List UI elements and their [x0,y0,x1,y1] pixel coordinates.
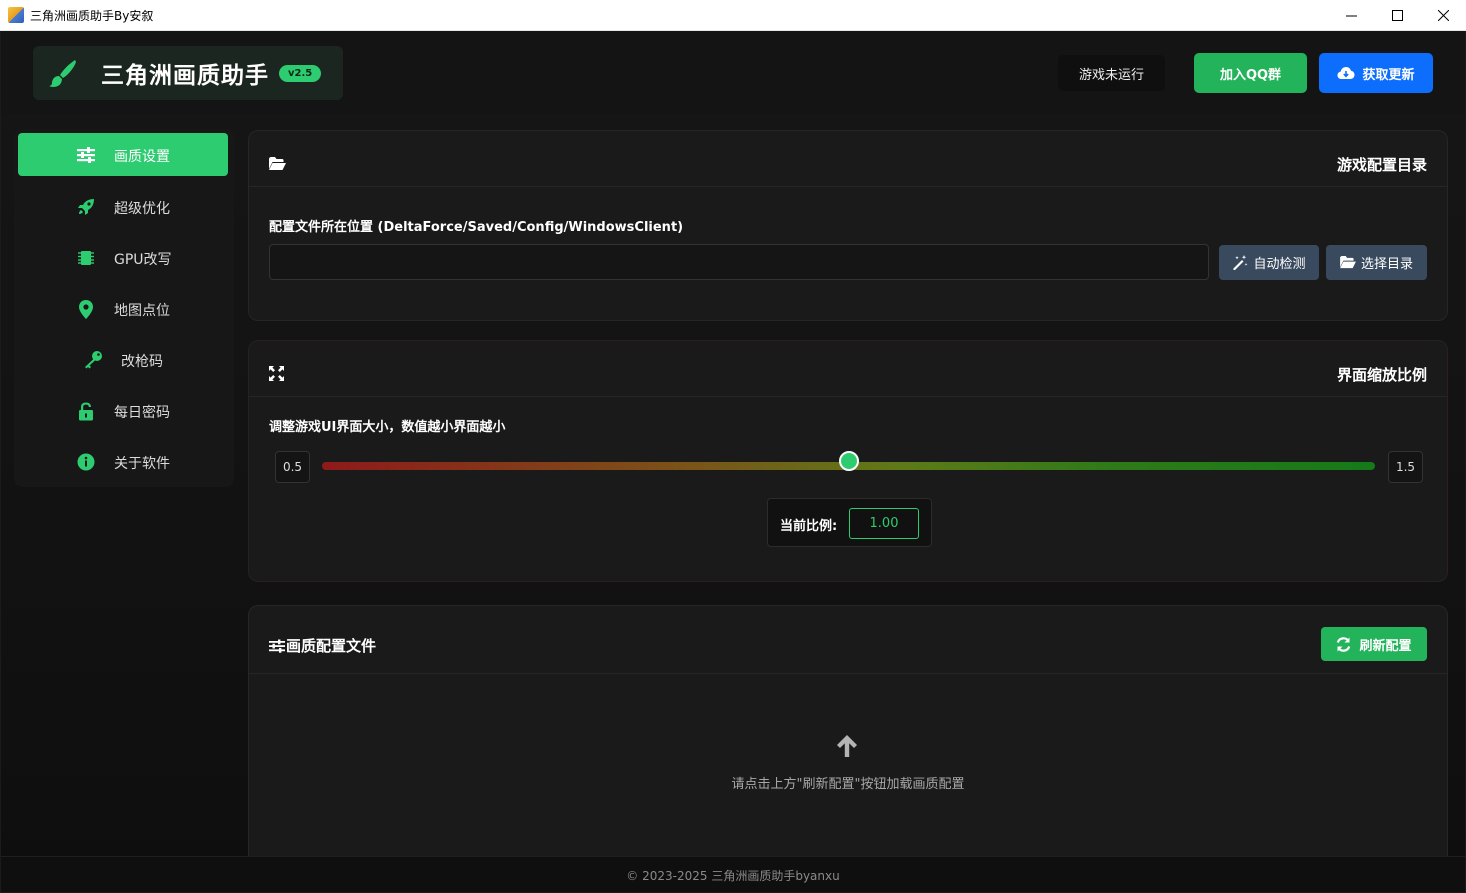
refresh-config-button[interactable]: 刷新配置 [1321,627,1427,661]
info-icon [76,452,96,472]
sidebar-item-label: 每日密码 [114,405,170,421]
get-update-button[interactable]: 获取更新 [1319,53,1433,93]
config-dir-panel: 游戏配置目录 配置文件所在位置 (DeltaForce/Saved/Config… [248,130,1448,321]
join-qq-button[interactable]: 加入QQ群 [1194,53,1307,93]
window-title: 三角洲画质助手By安叙 [30,8,154,23]
ui-scale-description: 调整游戏UI界面大小，数值越小界面越小 [269,420,506,435]
minimize-icon [1345,15,1357,17]
window-controls [1328,0,1466,31]
sidebar-item-quality-settings[interactable]: 画质设置 [18,133,228,176]
maximize-button[interactable] [1374,0,1420,31]
current-ratio-group: 当前比例: 1.00 [767,498,932,547]
panel-title: 界面缩放比例 [1336,366,1427,384]
magic-wand-icon [1233,255,1248,270]
scale-slider-thumb[interactable] [838,451,859,471]
sliders-icon [269,639,285,653]
copyright-icon: © [626,869,639,883]
sidebar-item-gun-code[interactable]: 改枪码 [18,338,228,381]
arrow-up-icon [835,733,859,759]
get-update-label: 获取更新 [1362,67,1415,83]
sidebar-item-label: 改枪码 [121,354,163,370]
choose-dir-button[interactable]: 选择目录 [1326,245,1427,280]
panel-header: 界面缩放比例 [249,341,1447,397]
rocket-icon [76,197,96,217]
map-pin-icon [76,299,96,319]
sidebar-item-map-points[interactable]: 地图点位 [18,287,228,330]
sidebar-item-about[interactable]: 关于软件 [18,440,228,483]
sliders-icon [76,145,96,165]
panel-header: 游戏配置目录 [249,131,1447,187]
footer: © 2023-2025 三角洲画质助手byanxu [1,856,1465,892]
current-ratio-label: 当前比例: [780,519,838,534]
config-path-input[interactable] [269,244,1209,280]
panel-title: 画质配置文件 [286,637,377,655]
config-path-label: 配置文件所在位置 (DeltaForce/Saved/Config/Window… [269,220,684,235]
sidebar-item-label: 关于软件 [114,456,170,472]
sidebar-item-super-optimize[interactable]: 超级优化 [18,185,228,228]
scale-max-label: 1.5 [1388,451,1423,483]
sidebar-item-label: 地图点位 [114,303,170,319]
sidebar-item-label: 超级优化 [114,201,170,217]
refresh-config-label: 刷新配置 [1359,638,1412,654]
panel-title: 游戏配置目录 [1336,156,1427,174]
version-badge: v2.5 [279,64,322,82]
panel-title-group: 画质配置文件 [269,635,376,656]
chip-icon [76,248,96,268]
app-icon [8,7,24,23]
window-titlebar: 三角洲画质助手By安叙 [0,0,1466,31]
cloud-download-icon [1337,67,1355,79]
brand: 三角洲画质助手 v2.5 [33,46,343,100]
sidebar-item-label: 画质设置 [114,149,170,165]
sidebar-item-label: GPU改写 [114,252,172,268]
folder-open-icon [269,156,286,172]
sidebar: 画质设置 超级优化 GPU改写 地图点位 改枪码 每日密码 关于软件 [14,129,234,487]
close-icon [1437,10,1449,21]
empty-state-hint: 请点击上方"刷新配置"按钮加载画质配置 [731,777,965,792]
current-ratio-input[interactable]: 1.00 [849,508,919,539]
auto-detect-button[interactable]: 自动检测 [1219,245,1319,280]
game-status: 游戏未运行 [1058,55,1165,91]
paint-brush-icon [45,55,81,91]
minimize-button[interactable] [1328,0,1374,31]
quality-files-panel: 画质配置文件 刷新配置 请点击上方"刷新配置"按钮加载画质配置 [248,605,1448,865]
panel-header: 画质配置文件 刷新配置 [249,606,1447,674]
footer-text: 2023-2025 三角洲画质助手byanxu [642,869,840,883]
app-name: 三角洲画质助手 [101,63,269,89]
app-window: 三角洲画质助手 v2.5 游戏未运行 加入QQ群 获取更新 画质设置 超级优化 [1,31,1465,892]
maximize-icon [1391,10,1403,21]
app-header: 三角洲画质助手 v2.5 游戏未运行 加入QQ群 获取更新 [1,31,1465,115]
choose-dir-label: 选择目录 [1360,257,1413,272]
ui-scale-panel: 界面缩放比例 调整游戏UI界面大小，数值越小界面越小 0.5 1.5 当前比例:… [248,340,1448,582]
scale-min-label: 0.5 [275,451,310,483]
expand-icon [269,366,285,382]
unlock-icon [76,401,96,421]
auto-detect-label: 自动检测 [1253,257,1306,272]
refresh-icon [1337,636,1351,652]
close-button[interactable] [1420,0,1466,31]
sidebar-item-daily-password[interactable]: 每日密码 [18,389,228,432]
key-icon [83,350,103,370]
folder-open-icon [1340,256,1356,269]
sidebar-item-gpu-rewrite[interactable]: GPU改写 [18,236,228,279]
footer-line: © 2023-2025 三角洲画质助手byanxu [1,867,1465,884]
